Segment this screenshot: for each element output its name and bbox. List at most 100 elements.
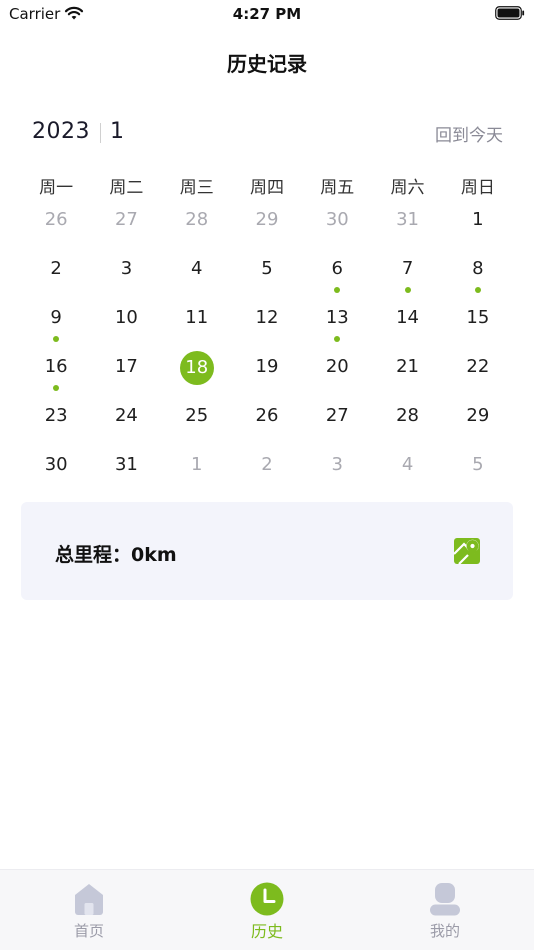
calendar-day-number: 11: [185, 307, 209, 328]
calendar-day[interactable]: 5: [232, 244, 302, 293]
calendar-day-number: 12: [255, 307, 279, 328]
tab-history-label: 历史: [250, 922, 283, 941]
calendar-day-number: 7: [401, 258, 414, 279]
calendar-day-number: 2: [50, 258, 62, 279]
calendar-day-outside-month[interactable]: 2: [232, 440, 302, 489]
back-to-today-button[interactable]: 回到今天: [435, 121, 503, 146]
total-mileage-value: 0km: [131, 544, 177, 566]
calendar-day-number: 17: [114, 356, 138, 377]
calendar-day-number: 9: [50, 307, 62, 328]
user-icon: [430, 883, 460, 916]
calendar-day-number: 1: [190, 454, 203, 475]
tab-profile-label: 我的: [429, 922, 460, 940]
calendar-month[interactable]: 1: [110, 119, 124, 144]
tab-home-label: 首页: [73, 922, 104, 940]
calendar-day-number: 4: [190, 258, 203, 279]
calendar-day-number: 18: [185, 357, 209, 378]
calendar-day[interactable]: 8: [443, 244, 513, 293]
calendar-day[interactable]: 3: [91, 244, 161, 293]
calendar-day-number: 28: [396, 405, 419, 426]
battery-icon: [495, 6, 525, 20]
calendar-day[interactable]: 23: [21, 391, 91, 440]
calendar-day-selected[interactable]: 18: [162, 342, 232, 391]
calendar-day[interactable]: 21: [372, 342, 442, 391]
calendar-day-number: 6: [331, 258, 343, 279]
calendar-day-outside-month[interactable]: 28: [162, 195, 232, 244]
calendar-day-number: 29: [466, 405, 490, 426]
calendar-day-outside-month[interactable]: 26: [21, 195, 91, 244]
mileage-summary-card: 总里程：0km: [21, 502, 513, 600]
calendar-day-number: 31: [114, 454, 138, 475]
map-pin-icon[interactable]: [453, 537, 481, 565]
calendar-grid: 26 27 28 29 30 31 1 2 3 4 5 6 7 8 9 10 11 12 13 14 15 16 17 18 1…: [21, 195, 513, 489]
calendar-day-outside-month[interactable]: 1: [162, 440, 232, 489]
calendar-day-number: 8: [472, 258, 484, 279]
calendar-day-number: 5: [261, 258, 273, 279]
calendar-day-outside-month[interactable]: 29: [232, 195, 302, 244]
calendar-day-outside-month[interactable]: 27: [91, 195, 161, 244]
calendar-day[interactable]: 17: [91, 342, 161, 391]
calendar-day[interactable]: 1: [443, 195, 513, 244]
calendar-day[interactable]: 22: [443, 342, 513, 391]
calendar-day-outside-month[interactable]: 31: [372, 195, 442, 244]
calendar-day[interactable]: 13: [302, 293, 372, 342]
calendar-day[interactable]: 11: [162, 293, 232, 342]
total-mileage-label: 总里程：: [55, 544, 132, 566]
calendar-day-number: 26: [44, 209, 68, 230]
calendar-day-number: 31: [396, 209, 419, 230]
calendar-day-number: 29: [255, 209, 279, 230]
calendar-day[interactable]: 20: [302, 342, 372, 391]
calendar-day-number: 28: [185, 209, 209, 230]
calendar-day[interactable]: 2: [21, 244, 91, 293]
calendar-day-number: 1: [472, 209, 484, 230]
calendar-day[interactable]: 25: [162, 391, 232, 440]
calendar-day-number: 27: [114, 209, 138, 230]
calendar-day[interactable]: 7: [372, 244, 442, 293]
calendar-day[interactable]: 6: [302, 244, 372, 293]
calendar-day[interactable]: 9: [21, 293, 91, 342]
calendar-day[interactable]: 28: [372, 391, 442, 440]
calendar-day[interactable]: 30: [21, 440, 91, 489]
calendar-year[interactable]: 2023: [32, 119, 90, 144]
calendar-day-number: 23: [44, 405, 68, 426]
calendar-day-number: 24: [114, 405, 138, 426]
calendar-day-number: 13: [325, 307, 349, 328]
calendar-day-number: 19: [255, 356, 279, 377]
calendar-day-number: 30: [325, 209, 349, 230]
calendar-day[interactable]: 15: [443, 293, 513, 342]
tab-history[interactable]: 历史: [178, 870, 356, 950]
calendar-day[interactable]: 27: [302, 391, 372, 440]
calendar-day[interactable]: 16: [21, 342, 91, 391]
calendar-day[interactable]: 4: [162, 244, 232, 293]
calendar-day[interactable]: 26: [232, 391, 302, 440]
calendar-day-number: 25: [185, 405, 209, 426]
calendar-day-number: 27: [325, 405, 349, 426]
calendar-day-number: 30: [44, 454, 68, 475]
calendar-week-row: 30 31 1 2 3 4 5: [21, 440, 513, 489]
calendar-day[interactable]: 12: [232, 293, 302, 342]
calendar-day[interactable]: 29: [443, 391, 513, 440]
calendar-day-number: 3: [331, 454, 343, 475]
calendar-day[interactable]: 24: [91, 391, 161, 440]
tab-home[interactable]: 首页: [0, 870, 178, 950]
year-month-divider: [100, 123, 101, 143]
tab-profile[interactable]: 我的: [356, 870, 534, 950]
total-mileage: 总里程：0km: [55, 540, 177, 567]
calendar-day-outside-month[interactable]: 4: [372, 440, 442, 489]
calendar-day-outside-month[interactable]: 5: [443, 440, 513, 489]
calendar-day[interactable]: 14: [372, 293, 442, 342]
calendar-day-number: 20: [325, 356, 349, 377]
calendar-day-number: 2: [261, 454, 273, 475]
calendar-day-outside-month[interactable]: 3: [302, 440, 372, 489]
calendar-day-number: 15: [466, 307, 490, 328]
calendar-day-number: 3: [120, 258, 133, 279]
status-bar: Carrier 4:27 PM: [0, 0, 534, 28]
calendar-day[interactable]: 19: [232, 342, 302, 391]
calendar-day[interactable]: 10: [91, 293, 161, 342]
calendar-day-outside-month[interactable]: 30: [302, 195, 372, 244]
calendar-day-number: 14: [396, 307, 419, 328]
calendar-day-number: 5: [472, 454, 484, 475]
calendar-week-row: 16 17 18 19 20 21 22: [21, 342, 513, 391]
calendar-day[interactable]: 31: [91, 440, 161, 489]
calendar-day-number: 10: [114, 307, 138, 328]
